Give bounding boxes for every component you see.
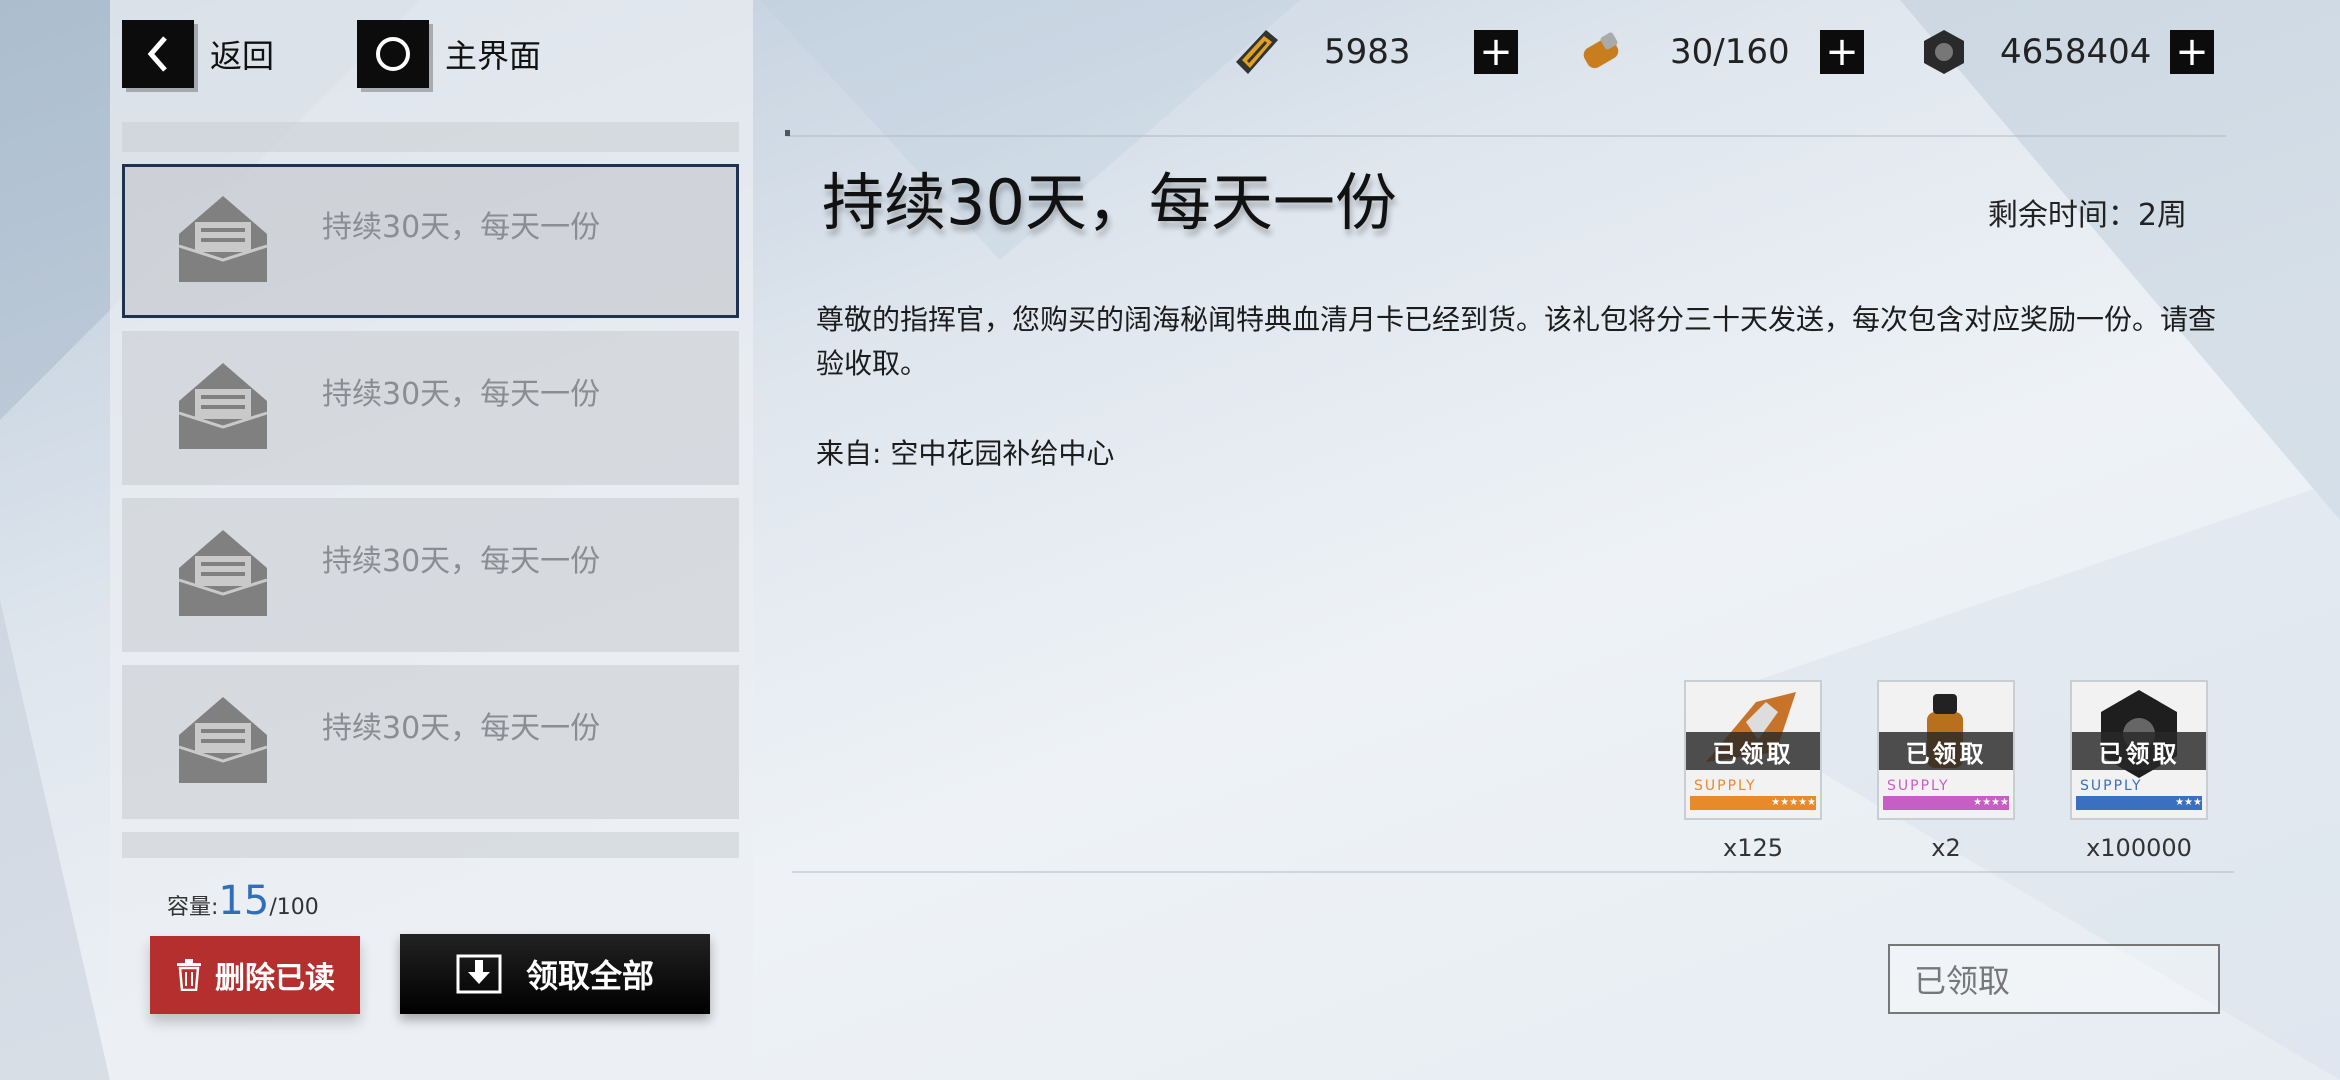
mail-subject: 持续30天，每天一份 (322, 711, 601, 746)
mail-subject: 持续30天，每天一份 (322, 377, 601, 412)
back-arrow-icon (122, 20, 194, 88)
supply-label: SUPPLY (1694, 778, 1757, 794)
resource-nut-value: 4658404 (2000, 32, 2152, 72)
mail-list-item[interactable]: 持续30天，每天一份 (122, 331, 739, 485)
detail-top-divider (786, 135, 2226, 137)
claimed-badge: 已领取 (1686, 732, 1820, 770)
mail-title: 持续30天，每天一份 (822, 166, 1397, 239)
reward-quantity: x2 (1931, 834, 1961, 862)
home-circle-icon (357, 20, 429, 88)
mail-list: 持续30天，每天一份 持续30天，每天一份 持续30天，每天一份 持续30天，每… (122, 122, 739, 858)
mail-body: 尊敬的指挥官，您购买的阔海秘闻特典血清月卡已经到货。该礼包将分三十天发送，每次包… (816, 303, 2217, 380)
resource-ammo-value: 5983 (1324, 32, 1411, 72)
back-button[interactable]: 返回 (122, 20, 274, 88)
home-label: 主界面 (445, 37, 542, 75)
resource-fuel-value: 30/160 (1670, 32, 1790, 72)
back-label: 返回 (210, 37, 275, 75)
supply-label: SUPPLY (1887, 778, 1950, 794)
claimed-button[interactable]: 已领取 (1888, 944, 2220, 1014)
claimed-badge: 已领取 (1879, 732, 2013, 770)
add-fuel-button[interactable]: + (1820, 30, 1864, 74)
capacity-indicator: 容量:15/100 (167, 878, 319, 924)
divider-marker (785, 130, 790, 136)
mail-list-item[interactable]: 持续30天，每天一份 (122, 498, 739, 652)
add-nut-button[interactable]: + (2170, 30, 2214, 74)
envelope-icon (178, 530, 268, 616)
resource-fuel: 30/160 + (1572, 24, 1864, 80)
claimed-badge: 已领取 (2072, 732, 2206, 770)
capacity-label: 容量: (167, 895, 219, 920)
fuel-canister-icon (1583, 32, 1619, 69)
mail-list-item[interactable]: 持续30天，每天一份 (122, 665, 739, 819)
capacity-used: 15 (218, 878, 270, 924)
rarity-stars: ★★★★★ (1690, 796, 1816, 810)
add-ammo-button[interactable]: + (1474, 30, 1518, 74)
trash-icon (177, 959, 201, 991)
mail-subject: 持续30天，每天一份 (322, 210, 601, 245)
envelope-icon (178, 697, 268, 783)
rarity-stars: ★★★★ (1883, 796, 2009, 810)
list-top-edge (122, 122, 739, 152)
home-button[interactable]: 主界面 (357, 20, 541, 88)
claim-all-button[interactable]: 领取全部 (400, 934, 710, 1014)
mail-sender: 来自: 空中花园补给中心 (816, 437, 1115, 470)
reward-item[interactable]: 已领取 SUPPLY ★★★★★ x125 (1684, 680, 1822, 862)
envelope-icon (178, 363, 268, 449)
list-bottom-edge (122, 832, 739, 858)
ammo-card-icon (1236, 30, 1278, 74)
reward-item[interactable]: 已领取 SUPPLY ★★★ x100000 (2070, 680, 2208, 862)
download-icon (456, 954, 502, 994)
supply-label: SUPPLY (2080, 778, 2143, 794)
detail-bottom-divider (792, 871, 2234, 873)
reward-quantity: x100000 (2086, 834, 2192, 862)
reward-quantity: x125 (1722, 834, 1783, 862)
delete-read-button[interactable]: 删除已读 (150, 936, 360, 1014)
resource-ammo: 5983 + (1228, 24, 1518, 80)
envelope-icon (178, 196, 268, 282)
hex-nut-icon (1924, 30, 1964, 74)
capacity-total: /100 (269, 895, 319, 920)
resource-nut: 4658404 + (1918, 24, 2214, 80)
remaining-time: 剩余时间：2周 (1987, 198, 2187, 233)
mail-list-item[interactable]: 持续30天，每天一份 (122, 164, 739, 318)
reward-item[interactable]: 已领取 SUPPLY ★★★★ x2 (1877, 680, 2015, 862)
rarity-stars: ★★★ (2076, 796, 2202, 810)
mail-subject: 持续30天，每天一份 (322, 544, 601, 579)
claim-all-label: 领取全部 (525, 957, 654, 995)
delete-read-label: 删除已读 (215, 961, 335, 996)
